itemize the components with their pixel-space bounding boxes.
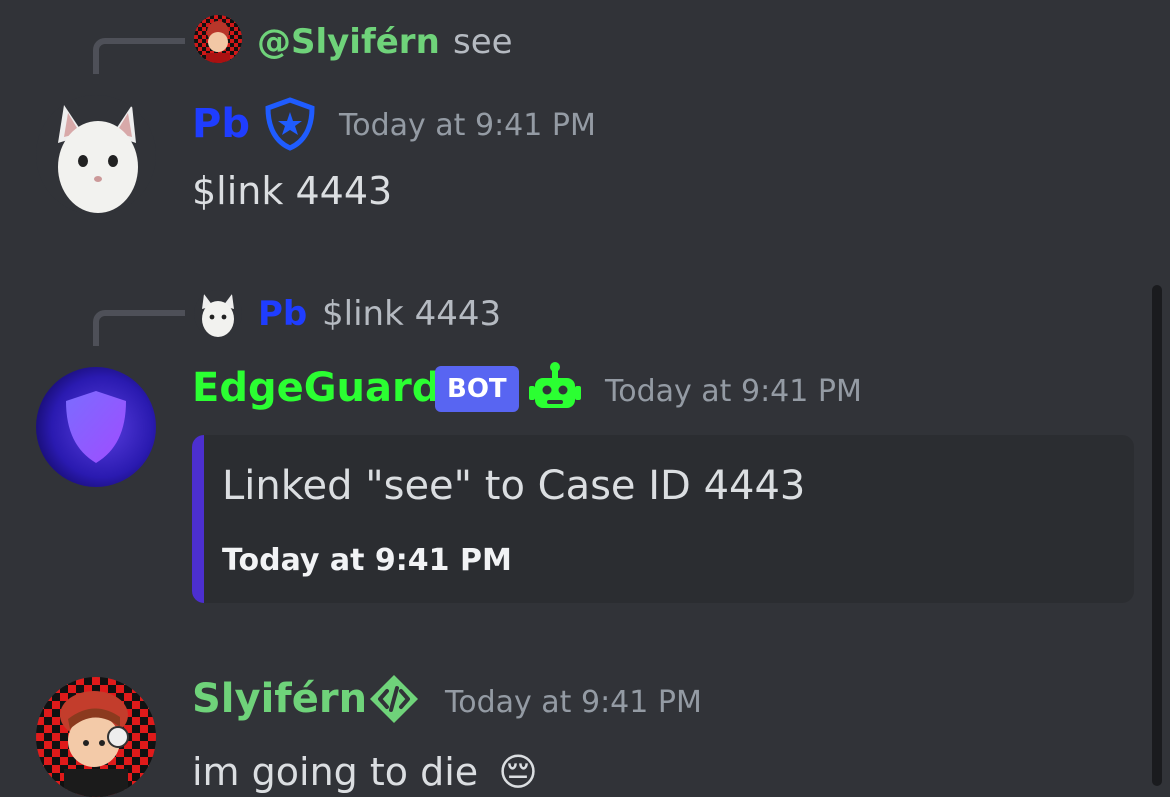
message-timestamp[interactable]: Today at 9:41 PM bbox=[445, 683, 702, 723]
author-name-edgeguard[interactable]: EdgeGuard bbox=[192, 364, 440, 412]
bot-tag: BOT bbox=[435, 366, 519, 412]
message-content: $link 4443 bbox=[192, 169, 393, 213]
robot-icon bbox=[527, 360, 583, 416]
embed-description: Linked "see" to Case ID 4443 bbox=[222, 463, 806, 509]
reply-author[interactable]: Pb bbox=[258, 292, 307, 336]
reply-avatar-slyifern[interactable] bbox=[194, 15, 242, 63]
reply-preview-text[interactable]: see bbox=[453, 20, 513, 64]
bot-embed: Linked "see" to Case ID 4443 Today at 9:… bbox=[192, 435, 1134, 603]
pensive-emoji: 😔 bbox=[498, 750, 538, 794]
reply-preview-text[interactable]: $link 4443 bbox=[322, 292, 501, 336]
author-name-slyifern[interactable]: Slyiférn bbox=[192, 675, 367, 723]
reply-avatar-pb[interactable] bbox=[194, 290, 242, 338]
embed-footer: Today at 9:41 PM bbox=[222, 543, 512, 578]
message-timestamp[interactable]: Today at 9:41 PM bbox=[339, 106, 596, 146]
avatar-pb[interactable] bbox=[36, 95, 156, 215]
moderator-shield-icon bbox=[262, 96, 318, 152]
reply-connector bbox=[93, 310, 185, 346]
message-timestamp[interactable]: Today at 9:41 PM bbox=[605, 372, 862, 412]
reply-connector bbox=[93, 38, 185, 74]
avatar-slyifern[interactable] bbox=[36, 677, 156, 797]
avatar-edgeguard[interactable] bbox=[36, 367, 156, 487]
message-content: im going to die 😔 bbox=[192, 748, 538, 796]
embed-color-bar bbox=[192, 435, 204, 603]
author-name-pb[interactable]: Pb bbox=[192, 100, 250, 148]
scrollbar-thumb[interactable] bbox=[1152, 285, 1162, 786]
developer-code-icon bbox=[367, 672, 421, 726]
message-text: im going to die bbox=[192, 750, 479, 794]
reply-mention[interactable]: @Slyiférn bbox=[257, 20, 440, 64]
